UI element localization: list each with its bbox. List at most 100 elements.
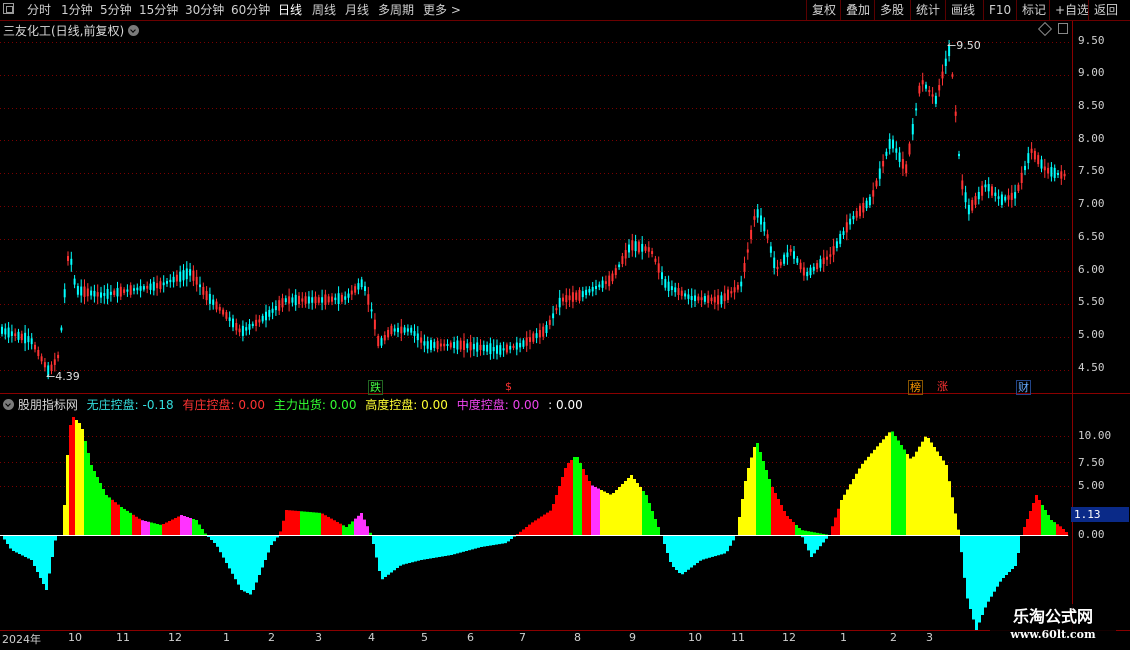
indicator-bar-negative	[981, 535, 984, 615]
indicator-bar	[648, 503, 651, 535]
candle-body	[809, 267, 812, 276]
indicator-bar-negative	[261, 535, 264, 568]
indicator-bar	[738, 517, 741, 535]
price-tick: 4.50	[1078, 361, 1105, 374]
event-marker[interactable]: 跌	[368, 380, 383, 395]
indicator-bar-negative	[231, 535, 234, 574]
candle-body	[542, 326, 545, 337]
candlestick-series	[1, 39, 1066, 380]
candle-body	[994, 192, 997, 196]
indicator-bar	[105, 495, 108, 535]
candle-body	[205, 291, 208, 301]
candle-body	[822, 257, 825, 264]
indicator-bar	[336, 521, 339, 535]
indicator-bar	[354, 518, 357, 535]
time-tick: 11	[731, 631, 745, 644]
candle-body	[618, 264, 621, 268]
event-marker[interactable]: 财	[1016, 380, 1031, 395]
candle-body	[964, 192, 967, 203]
low-annotation: ↼4.39	[46, 370, 80, 383]
indicator-bar	[954, 513, 957, 535]
candle-body	[364, 286, 366, 291]
indicator-bar-negative	[45, 535, 48, 590]
indicator-bar-negative	[489, 535, 492, 546]
watermark-url: www.60lt.com	[1010, 628, 1096, 641]
indicator-bar	[78, 423, 81, 535]
indicator-bar	[771, 487, 774, 535]
candle-body	[331, 296, 333, 302]
indicator-bar	[615, 490, 618, 535]
candle-body	[611, 273, 614, 282]
indicator-bar	[132, 514, 135, 535]
indicator-bar	[360, 513, 363, 535]
candle-body	[321, 297, 324, 303]
indicator-bar	[516, 534, 519, 535]
candle-body	[34, 344, 36, 350]
indicator-bar	[1044, 510, 1047, 535]
indicator-bar	[90, 465, 93, 535]
indicator-bar-negative	[699, 535, 702, 561]
candle-body	[83, 286, 86, 297]
event-marker[interactable]: $	[504, 380, 513, 393]
candle-body	[974, 196, 977, 205]
indicator-bar	[876, 446, 879, 535]
indicator-bar	[297, 511, 300, 535]
candle-body	[255, 319, 258, 326]
indicator-bar	[930, 442, 933, 535]
indicator-bar	[189, 518, 192, 535]
candle-body	[175, 274, 178, 282]
indicator-bar-negative	[474, 535, 477, 549]
indicator-bar	[921, 441, 924, 535]
indicator-bar	[657, 527, 660, 535]
candle-body	[30, 338, 33, 345]
candle-body	[608, 275, 611, 287]
candle-body	[466, 343, 469, 349]
indicator-bar-negative	[972, 535, 975, 620]
indicator-bar	[645, 495, 648, 535]
candle-body	[819, 259, 822, 268]
candle-body	[776, 266, 779, 270]
indicator-bar	[528, 524, 531, 535]
candle-body	[317, 297, 320, 303]
indicator-bar-negative	[813, 535, 816, 554]
indicator-bar-negative	[240, 535, 243, 590]
candle-body	[888, 138, 891, 149]
indicator-bar	[813, 532, 816, 535]
candle-body	[707, 295, 710, 304]
candle-body	[337, 293, 340, 304]
indicator-bar	[804, 530, 807, 535]
candle-body	[4, 328, 7, 335]
indicator-bar	[63, 505, 66, 535]
candle-body	[119, 286, 122, 297]
candle-body	[93, 290, 96, 297]
indicator-bar	[186, 517, 189, 535]
indicator-bar	[849, 484, 852, 535]
indicator-bar-negative	[810, 535, 813, 557]
indicator-bar	[168, 521, 171, 535]
indicator-bar	[867, 456, 870, 535]
chevron-down-icon[interactable]	[3, 399, 14, 410]
indicator-bar	[1035, 495, 1038, 535]
candle-body	[631, 240, 634, 251]
candle-body	[383, 335, 386, 341]
candle-body	[403, 327, 406, 333]
candle-body	[1057, 172, 1059, 176]
indicator-bar	[1029, 511, 1032, 535]
indicator-bar-negative	[444, 535, 447, 556]
indicator-bar	[627, 478, 630, 535]
candle-body	[268, 309, 271, 317]
candle-body	[515, 342, 518, 350]
candle-body	[232, 318, 234, 328]
indicator-bar-negative	[453, 535, 456, 555]
indicator-bar-negative	[216, 535, 219, 547]
indicator-bar-negative	[384, 535, 387, 577]
candle-body	[951, 74, 954, 77]
indicator-bar	[765, 470, 768, 535]
indicator-bar-negative	[498, 535, 501, 545]
candle-body	[763, 221, 766, 232]
indicator-bar	[924, 436, 927, 535]
indicator-bar	[576, 457, 579, 535]
event-marker[interactable]: 榜	[908, 380, 923, 395]
indicator-bar-negative	[714, 535, 717, 557]
event-marker[interactable]: 涨	[936, 380, 949, 393]
